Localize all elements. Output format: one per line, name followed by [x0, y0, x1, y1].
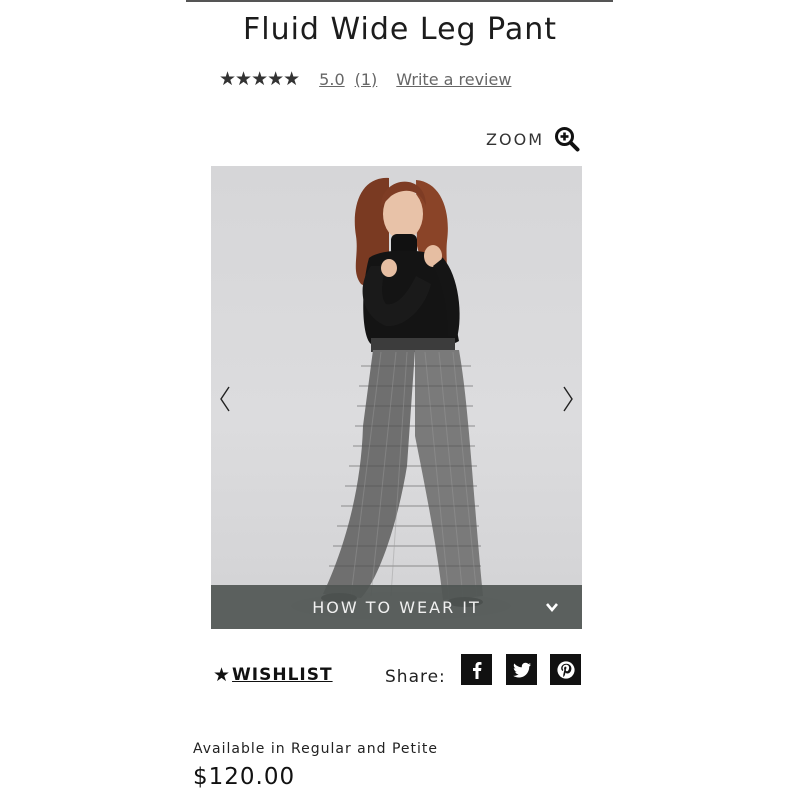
- product-title: Fluid Wide Leg Pant: [242, 12, 558, 47]
- rating-row: ★★★★★ 5.0 (1) Write a review: [219, 66, 511, 92]
- pinterest-share-button[interactable]: [550, 654, 581, 685]
- wishlist-button[interactable]: ★ WISHLIST: [213, 664, 333, 686]
- top-divider: [186, 0, 613, 2]
- product-image-gallery[interactable]: HOW TO WEAR IT: [211, 166, 582, 629]
- how-to-wear-it-toggle[interactable]: HOW TO WEAR IT: [211, 585, 582, 629]
- facebook-share-button[interactable]: [461, 654, 492, 685]
- facebook-icon: [472, 661, 481, 679]
- how-to-wear-it-label: HOW TO WEAR IT: [312, 597, 481, 617]
- write-review-link[interactable]: Write a review: [396, 70, 511, 89]
- zoom-label: ZOOM: [486, 129, 544, 149]
- share-label: Share:: [385, 667, 446, 687]
- pinterest-icon: [556, 660, 575, 679]
- product-photo: [291, 177, 511, 620]
- product-price: $120.00: [193, 764, 296, 790]
- previous-image-button[interactable]: [215, 384, 235, 414]
- rating-count[interactable]: (1): [355, 70, 378, 89]
- star-rating-icon: ★★★★★: [219, 68, 300, 90]
- next-image-button[interactable]: [558, 384, 578, 414]
- chevron-right-icon: [563, 386, 573, 412]
- twitter-icon: [512, 662, 531, 677]
- zoom-in-icon: [555, 127, 580, 152]
- zoom-button[interactable]: ZOOM: [486, 126, 580, 152]
- chevron-down-icon: [546, 603, 558, 613]
- wishlist-label: WISHLIST: [232, 665, 333, 685]
- chevron-left-icon: [220, 386, 230, 412]
- star-icon: ★: [213, 664, 231, 686]
- twitter-share-button[interactable]: [506, 654, 537, 685]
- availability-text: Available in Regular and Petite: [193, 741, 439, 757]
- rating-score[interactable]: 5.0: [319, 70, 344, 89]
